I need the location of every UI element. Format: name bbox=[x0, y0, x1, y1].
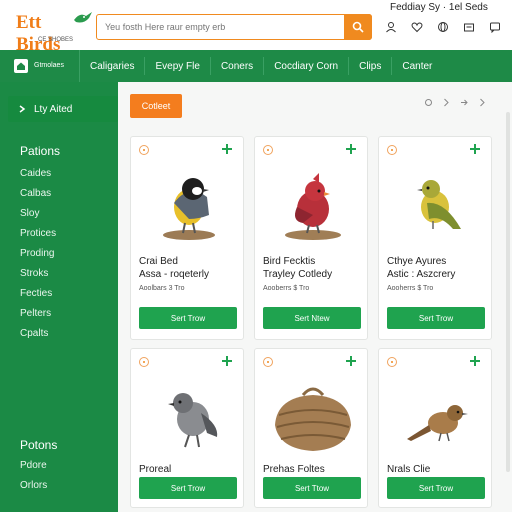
tag-icon bbox=[139, 145, 149, 155]
sidebar-item-7[interactable]: Fecties bbox=[20, 288, 52, 299]
chevron-right-icon[interactable] bbox=[479, 98, 486, 107]
tag-icon bbox=[387, 145, 397, 155]
favorite-icon[interactable] bbox=[345, 143, 357, 155]
shop-now-button[interactable]: Sert Ntew bbox=[263, 307, 361, 329]
sidebar-item-9[interactable]: Cpalts bbox=[20, 328, 48, 339]
favorite-icon[interactable] bbox=[345, 355, 357, 367]
search-input[interactable] bbox=[97, 15, 345, 39]
tag-icon bbox=[263, 357, 273, 367]
product-title: Bird Fecktis bbox=[263, 256, 316, 267]
favorite-icon[interactable] bbox=[221, 355, 233, 367]
red-cardinal-bird-image bbox=[285, 173, 341, 240]
grey-bird-image bbox=[168, 393, 218, 448]
user-icon[interactable] bbox=[384, 20, 398, 34]
nav-item-corners[interactable]: Coners bbox=[211, 57, 265, 75]
sidebar-heading-options: Pations bbox=[20, 144, 61, 158]
main-navigation: Gtmolaes Caligaries Evepy Fle Coners Coc… bbox=[0, 50, 512, 82]
logo-subtitle: CE SHOBES bbox=[38, 37, 74, 43]
product-title: Prehas Foltes bbox=[263, 464, 325, 475]
product-title: Proreal bbox=[139, 464, 172, 475]
chevron-right-icon[interactable] bbox=[443, 98, 450, 107]
header-promo-text: Feddiay Sy · 1el Seds bbox=[390, 2, 488, 13]
product-subtitle: Trayley Cotledy bbox=[263, 269, 333, 280]
search-bar bbox=[96, 14, 372, 40]
home-icon bbox=[14, 59, 28, 73]
sidebar-item-2[interactable]: Calbas bbox=[20, 188, 51, 199]
main-content: Cotleet Crai Bed Assa - roqeterly Aoolba… bbox=[118, 82, 512, 512]
nav-home-label: Gtmolaes bbox=[34, 62, 64, 69]
favorite-icon[interactable] bbox=[469, 355, 481, 367]
pagination bbox=[424, 98, 486, 107]
search-icon bbox=[352, 21, 364, 33]
sidebar-item-4[interactable]: Protices bbox=[20, 228, 56, 239]
header: Ett Birds CE SHOBES Feddiay Sy · 1el Sed… bbox=[0, 0, 512, 55]
wishlist-icon[interactable] bbox=[410, 20, 424, 34]
brown-wren-bird-image bbox=[407, 405, 468, 442]
tag-icon bbox=[387, 357, 397, 367]
tag-icon bbox=[263, 145, 273, 155]
nest-basket-image bbox=[275, 387, 351, 451]
product-title: Crai Bed bbox=[139, 256, 178, 267]
chat-icon[interactable] bbox=[488, 20, 502, 34]
product-title: Nrals Clie bbox=[387, 464, 431, 475]
shop-now-button[interactable]: Sert Trow bbox=[387, 477, 485, 499]
product-card[interactable]: Crai Bed Assa - roqeterly Aoolbars 3 Tro… bbox=[130, 136, 244, 340]
shop-now-button[interactable]: Sert Ttow bbox=[263, 477, 361, 499]
home-small-icon[interactable] bbox=[424, 98, 433, 107]
favorite-icon[interactable] bbox=[221, 143, 233, 155]
favorite-icon[interactable] bbox=[469, 143, 481, 155]
sidebar-active-label: Lty Aited bbox=[34, 103, 73, 115]
chickadee-bird-image bbox=[163, 178, 215, 240]
arrow-right-icon[interactable] bbox=[460, 98, 469, 107]
nav-item-categories[interactable]: Caligaries bbox=[80, 57, 146, 75]
product-meta: Aoolbars 3 Tro bbox=[139, 285, 185, 292]
product-card[interactable]: Cthye Ayures Astic : Aszcrery Aooherrs $… bbox=[378, 136, 492, 340]
product-card[interactable]: Proreal Sert Trow bbox=[130, 348, 244, 508]
product-subtitle: Astic : Aszcrery bbox=[387, 269, 456, 280]
sidebar-item-3[interactable]: Sloy bbox=[20, 208, 39, 219]
nav-item-cocdiary-corn[interactable]: Cocdiary Corn bbox=[264, 57, 350, 75]
product-meta: Aooberrs $ Tro bbox=[263, 285, 310, 292]
product-card[interactable]: Prehas Foltes Sert Ttow bbox=[254, 348, 368, 508]
cart-icon[interactable] bbox=[462, 20, 476, 34]
product-title: Cthye Ayures bbox=[387, 256, 447, 267]
sidebar-item-active[interactable]: Lty Aited bbox=[8, 96, 118, 122]
scrollbar[interactable] bbox=[506, 112, 510, 472]
sidebar-heading-potons: Potons bbox=[20, 438, 58, 452]
sidebar-item-6[interactable]: Stroks bbox=[20, 268, 48, 279]
product-meta: Aooherrs $ Tro bbox=[387, 285, 434, 292]
shop-now-button[interactable]: Sert Trow bbox=[139, 477, 237, 499]
nav-item-clips[interactable]: Clips bbox=[349, 57, 393, 75]
shop-now-button[interactable]: Sert Trow bbox=[387, 307, 485, 329]
nav-item-everyday[interactable]: Evepy Fle bbox=[145, 57, 211, 75]
nav-item-canter[interactable]: Canter bbox=[392, 57, 442, 75]
product-card[interactable]: Bird Fecktis Trayley Cotledy Aooberrs $ … bbox=[254, 136, 368, 340]
sidebar-item-10[interactable]: Pdore bbox=[20, 460, 47, 471]
yellow-warbler-bird-image bbox=[417, 180, 461, 229]
product-subtitle: Assa - roqeterly bbox=[139, 269, 210, 280]
header-icons bbox=[384, 20, 502, 34]
nav-home[interactable]: Gtmolaes bbox=[0, 50, 80, 82]
shop-now-button[interactable]: Sert Trow bbox=[139, 307, 237, 329]
sidebar: Lty Aited Pations Caides Calbas Sloy Pro… bbox=[0, 82, 118, 512]
bird-logo-icon bbox=[74, 12, 92, 23]
collect-button[interactable]: Cotleet bbox=[130, 94, 182, 118]
sidebar-item-1[interactable]: Caides bbox=[20, 168, 51, 179]
sidebar-item-5[interactable]: Proding bbox=[20, 248, 54, 259]
product-card[interactable]: Nrals Clie Sert Trow bbox=[378, 348, 492, 508]
sidebar-item-11[interactable]: Orlors bbox=[20, 480, 47, 491]
sidebar-item-8[interactable]: Pelters bbox=[20, 308, 51, 319]
globe-icon[interactable] bbox=[436, 20, 450, 34]
tag-icon bbox=[139, 357, 149, 367]
site-logo[interactable]: Ett Birds CE SHOBES bbox=[12, 12, 92, 55]
search-button[interactable] bbox=[344, 14, 372, 40]
chevron-right-icon bbox=[19, 105, 26, 113]
